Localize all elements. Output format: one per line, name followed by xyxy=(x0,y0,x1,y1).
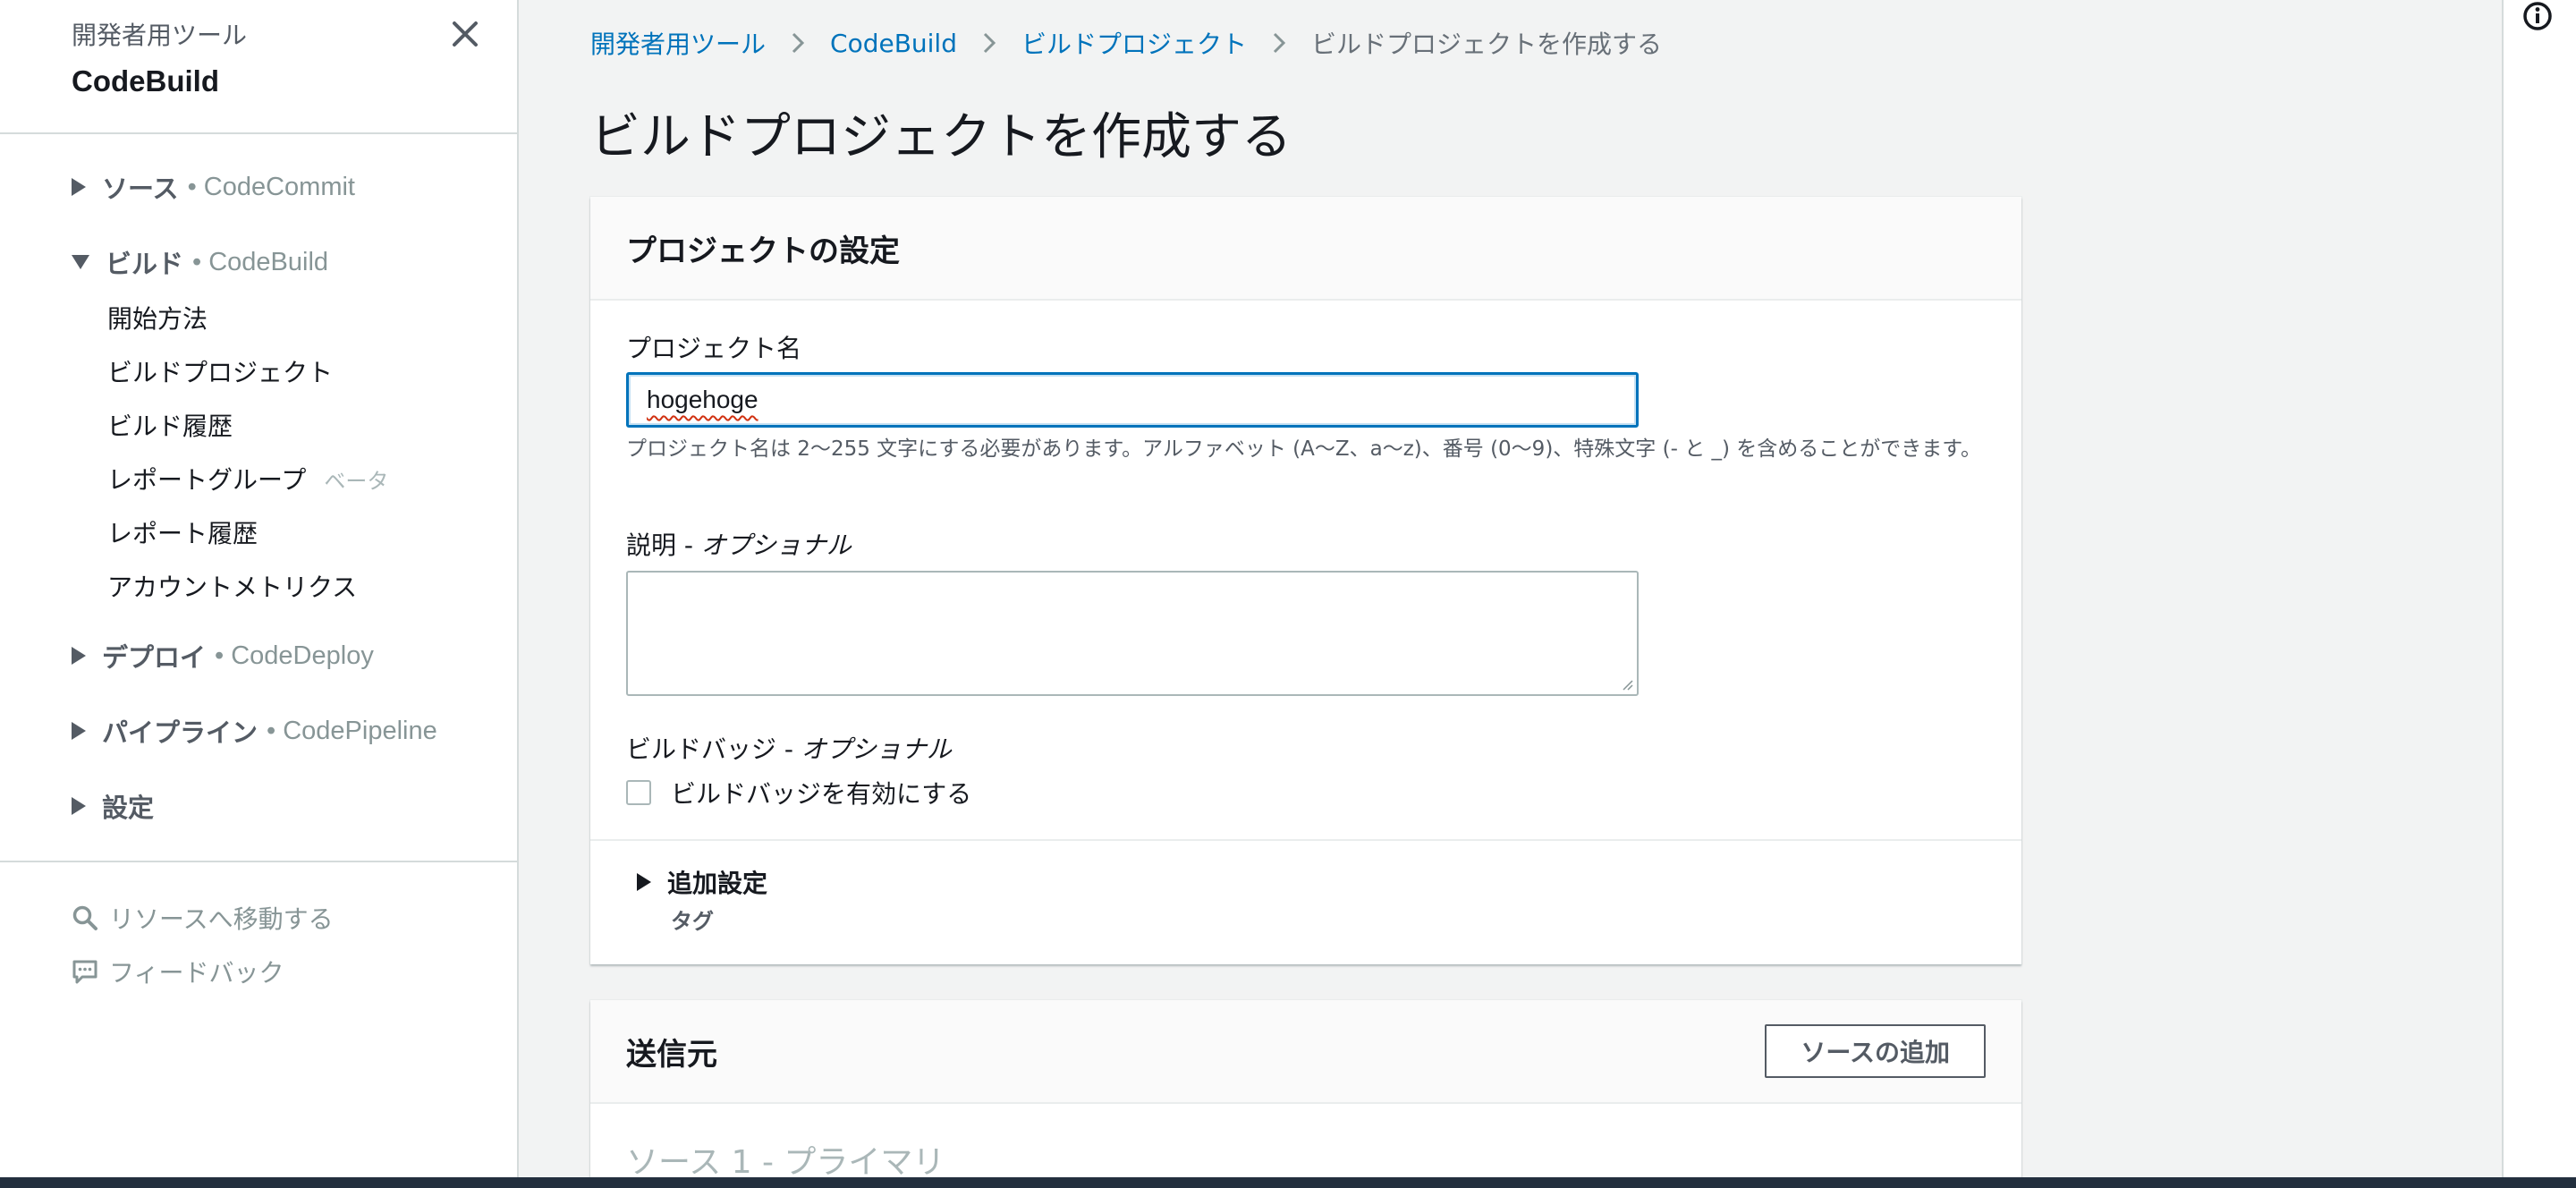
sidebar-item-report-history[interactable]: レポート履歴 xyxy=(107,514,258,550)
sidebar-item-label: レポートグループ xyxy=(107,465,307,495)
sidebar-item-build-projects[interactable]: ビルドプロジェクト xyxy=(107,353,333,389)
go-to-resource-link[interactable]: リソースへ移動する xyxy=(72,900,334,936)
sidebar-section-settings[interactable]: 設定 xyxy=(72,787,154,825)
project-name-input[interactable]: hogehoge xyxy=(626,372,1639,428)
project-settings-panel: プロジェクトの設定 プロジェクト名 hogehoge プロジェクト名は 2〜25… xyxy=(590,197,2021,964)
sidebar-section-deploy[interactable]: デプロイ • CodeDeploy xyxy=(72,637,374,675)
sidebar-item-report-groups[interactable]: レポートグループ ベータ xyxy=(107,461,388,496)
info-icon[interactable] xyxy=(2521,0,2554,32)
feedback-link[interactable]: フィードバック xyxy=(72,954,284,989)
additional-settings-description: タグ xyxy=(671,909,714,934)
description-label-text: 説明 xyxy=(626,530,677,560)
chevron-right-icon xyxy=(982,31,996,55)
breadcrumb-current: ビルドプロジェクトを作成する xyxy=(1311,30,1663,59)
project-name-label: プロジェクト名 xyxy=(626,334,802,363)
sidebar-section-service: • CodeBuild xyxy=(192,247,329,276)
chevron-right-icon xyxy=(791,31,805,55)
sidebar: 開発者用ツール CodeBuild ソース • CodeCommit ビルド •… xyxy=(0,0,519,1177)
build-badge-label: ビルドバッジ - オプショナル xyxy=(626,734,952,764)
beta-badge: ベータ xyxy=(324,469,389,494)
go-to-resource-label: リソースへ移動する xyxy=(109,904,334,934)
panel-title: プロジェクトの設定 xyxy=(626,233,900,269)
sidebar-section-label: デプロイ xyxy=(102,642,207,673)
sidebar-divider xyxy=(0,132,519,134)
source-1-primary-title: ソース 1 - プライマリ xyxy=(626,1144,945,1181)
caret-right-icon xyxy=(72,722,86,740)
page-title: ビルドプロジェクトを作成する xyxy=(590,108,1292,166)
additional-settings-toggle[interactable]: 追加設定 xyxy=(637,864,767,900)
close-icon xyxy=(453,21,478,47)
source-panel: 送信元 ソースの追加 ソース 1 - プライマリ xyxy=(590,1000,2021,1188)
sidebar-kicker: 開発者用ツール xyxy=(72,21,248,50)
sidebar-item-getting-started[interactable]: 開始方法 xyxy=(107,300,208,335)
add-source-button[interactable]: ソースの追加 xyxy=(1765,1024,1986,1078)
breadcrumb-build-projects[interactable]: ビルドプロジェクト xyxy=(1021,25,1247,61)
sidebar-section-pipeline[interactable]: パイプライン • CodePipeline xyxy=(72,712,437,750)
sidebar-header: 開発者用ツール CodeBuild xyxy=(72,16,247,98)
panel-header: プロジェクトの設定 xyxy=(590,197,2021,301)
build-badge-label-text: ビルドバッジ xyxy=(626,734,777,764)
optional-tag: オプショナル xyxy=(700,530,852,560)
panel-divider xyxy=(590,839,2021,841)
help-panel-rail xyxy=(2502,0,2576,1177)
close-sidebar-button[interactable] xyxy=(444,16,487,52)
feedback-label: フィードバック xyxy=(109,958,284,988)
sidebar-item-account-metrics[interactable]: アカウントメトリクス xyxy=(107,568,357,604)
sidebar-title[interactable]: CodeBuild xyxy=(72,64,247,98)
optional-tag: オプショナル xyxy=(801,734,952,764)
sidebar-section-label: ビルド xyxy=(106,249,184,279)
description-label: 説明 - オプショナル xyxy=(626,530,852,560)
sidebar-item-build-history[interactable]: ビルド履歴 xyxy=(107,407,233,443)
feedback-icon xyxy=(72,960,97,984)
project-name-value: hogehoge xyxy=(647,386,758,413)
panel-header: 送信元 ソースの追加 xyxy=(590,1000,2021,1104)
resize-grip-icon[interactable] xyxy=(1619,676,1633,691)
sidebar-section-label: 設定 xyxy=(102,793,155,823)
sidebar-divider xyxy=(0,861,519,862)
panel-title: 送信元 xyxy=(626,1036,717,1073)
caret-right-icon xyxy=(72,178,86,196)
enable-build-badge-checkbox[interactable] xyxy=(626,780,651,805)
sidebar-section-source[interactable]: ソース • CodeCommit xyxy=(72,168,355,206)
breadcrumb-developer-tools[interactable]: 開発者用ツール xyxy=(590,25,766,61)
sidebar-section-service: • CodePipeline xyxy=(267,716,437,745)
breadcrumb-codebuild[interactable]: CodeBuild xyxy=(830,29,957,58)
caret-right-icon xyxy=(637,873,651,891)
chevron-right-icon xyxy=(1272,31,1286,55)
sidebar-section-label: ソース xyxy=(102,174,179,204)
enable-build-badge-label: ビルドバッジを有効にする xyxy=(671,779,972,809)
sidebar-section-service: • CodeCommit xyxy=(187,172,355,201)
footer-bar xyxy=(0,1177,2576,1188)
sidebar-section-label: パイプライン xyxy=(102,717,258,748)
enable-build-badge-row[interactable]: ビルドバッジを有効にする xyxy=(626,775,971,810)
sidebar-section-service: • CodeDeploy xyxy=(215,641,374,670)
search-icon xyxy=(72,905,97,930)
caret-down-icon xyxy=(72,255,89,269)
breadcrumb: 開発者用ツール CodeBuild ビルドプロジェクト ビルドプロジェクトを作成… xyxy=(590,25,1662,61)
additional-settings-label: 追加設定 xyxy=(667,869,768,898)
caret-right-icon xyxy=(72,647,86,665)
sidebar-section-build[interactable]: ビルド • CodeBuild xyxy=(72,243,328,281)
project-name-hint: プロジェクト名は 2〜255 文字にする必要があります。アルファベット (A〜Z… xyxy=(626,437,1981,461)
caret-right-icon xyxy=(72,797,86,815)
description-textarea[interactable] xyxy=(626,571,1639,696)
